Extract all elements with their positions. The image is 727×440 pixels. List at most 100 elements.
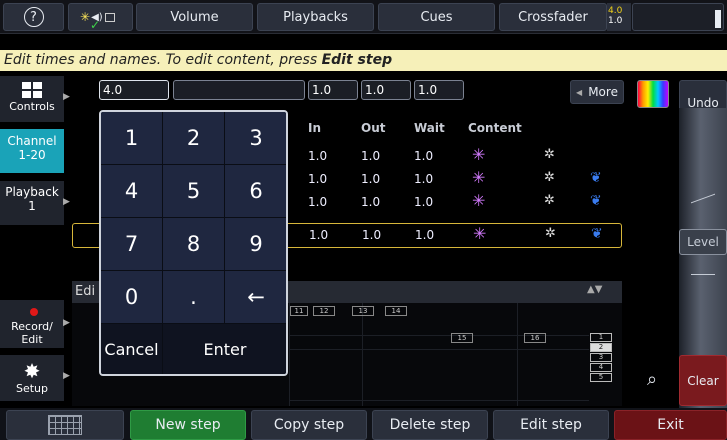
slot-16[interactable]: 16 (524, 333, 546, 343)
edit-label-partial: Edi (75, 284, 96, 299)
slot-14[interactable]: 14 (385, 306, 407, 316)
key-1[interactable]: 1 (101, 112, 163, 165)
key-9[interactable]: 9 (225, 218, 286, 271)
slot-15[interactable]: 15 (451, 333, 473, 343)
copy-step-button[interactable]: Copy step (251, 410, 367, 440)
row-wait: 1.0 (414, 195, 434, 209)
position-content-icon: ✲ (545, 226, 556, 241)
instruction-banner: Edit times and names. To edit content, p… (0, 50, 727, 71)
row-out: 1.0 (361, 195, 381, 209)
chevron-right-icon: ▶ (63, 197, 70, 207)
col-header-wait: Wait (414, 121, 445, 135)
row-wait: 1.0 (414, 149, 434, 163)
col-header-in: In (308, 121, 322, 135)
record-dot-icon (30, 308, 38, 316)
record-edit-button[interactable]: Record/ Edit ▶ (0, 300, 70, 348)
key-7[interactable]: 7 (101, 218, 163, 271)
channel-label: Channel (7, 134, 57, 148)
color-content-icon: ✳ (472, 168, 486, 187)
level-label: Level (679, 229, 727, 255)
key-2[interactable]: 2 (163, 112, 225, 165)
grid-icon (48, 415, 82, 435)
help-button[interactable]: ? (3, 3, 64, 31)
position-content-icon: ✲ (544, 170, 555, 185)
key-5[interactable]: 5 (163, 165, 225, 218)
playback-button[interactable]: Playback 1 ▶ (0, 181, 70, 225)
zoom-fit-icon[interactable]: ⌕ (638, 367, 666, 395)
row-in: 1.0 (309, 228, 329, 242)
crossfader-value-b: 1.0 (608, 16, 623, 26)
numeric-keypad: 1 2 3 4 5 6 7 8 9 0 . ← Cancel Enter (99, 110, 288, 376)
col-header-content: Content (468, 121, 522, 135)
channel-button[interactable]: Channel 1-20 (0, 129, 64, 173)
wait-time-field[interactable]: 1.0 (414, 80, 464, 100)
key-decimal[interactable]: . (163, 271, 225, 324)
slot-13[interactable]: 13 (352, 306, 374, 316)
exit-button[interactable]: Exit (614, 410, 727, 440)
key-4[interactable]: 4 (101, 165, 163, 218)
chevron-right-icon: ▶ (63, 92, 70, 102)
playbacks-button[interactable]: Playbacks (257, 3, 374, 31)
playback-label: Playback (5, 185, 59, 199)
position-content-icon: ✲ (544, 147, 555, 162)
row-out: 1.0 (361, 172, 381, 186)
playback-slot[interactable]: 1 (590, 333, 612, 342)
in-time-field[interactable]: 1.0 (308, 80, 358, 100)
row-out: 1.0 (361, 149, 381, 163)
keypad-cancel-button[interactable]: Cancel (101, 324, 163, 374)
scroll-indicator (715, 10, 721, 28)
gear-icon: ✸ (23, 359, 41, 383)
key-0[interactable]: 0 (101, 271, 163, 324)
key-6[interactable]: 6 (225, 165, 286, 218)
clear-button[interactable]: Clear (679, 355, 727, 406)
collapse-arrows-icon[interactable]: ▲▼ (587, 284, 602, 295)
row-in: 1.0 (308, 172, 328, 186)
gobo-content-icon: ❦ (591, 226, 603, 242)
status-indicators[interactable]: ✳ ◀) ✓ (68, 3, 133, 32)
chevron-right-icon: ▶ (63, 371, 70, 381)
key-3[interactable]: 3 (225, 112, 286, 165)
color-content-icon: ✳ (472, 145, 486, 164)
grid-icon (22, 82, 42, 98)
step-number-field[interactable]: 4.0 (99, 80, 169, 100)
edit-label: Edit (21, 333, 43, 346)
more-button[interactable]: ◀ More (570, 80, 624, 104)
fader-up-chevron (691, 193, 715, 215)
row-wait: 1.0 (415, 228, 435, 242)
playback-slot-list: 1 2 3 4 5 (590, 333, 612, 382)
slot-11[interactable]: 11 (290, 306, 308, 316)
row-in: 1.0 (308, 149, 328, 163)
playback-slot[interactable]: 5 (590, 373, 612, 382)
cues-button[interactable]: Cues (378, 3, 495, 31)
gobo-content-icon: ❦ (590, 193, 602, 209)
setup-label: Setup (15, 382, 49, 395)
key-backspace[interactable]: ← (225, 271, 286, 324)
crossfader-button[interactable]: Crossfader (499, 3, 607, 31)
image-icon (104, 12, 115, 22)
controls-label: Controls (9, 100, 55, 113)
playback-slot[interactable]: 4 (590, 363, 612, 372)
playback-slot[interactable]: 3 (590, 353, 612, 362)
record-label: Record/ (11, 320, 53, 333)
top-right-panel[interactable] (632, 3, 724, 31)
grid-view-button[interactable] (6, 410, 124, 440)
out-time-field[interactable]: 1.0 (361, 80, 411, 100)
delete-step-button[interactable]: Delete step (372, 410, 488, 440)
channel-range: 1-20 (18, 148, 46, 162)
row-out: 1.0 (362, 228, 382, 242)
setup-button[interactable]: ✸ Setup ▶ (0, 355, 70, 401)
key-8[interactable]: 8 (163, 218, 225, 271)
edit-step-button[interactable]: Edit step (493, 410, 609, 440)
volume-button[interactable]: Volume (136, 3, 253, 31)
crossfader-value-a: 4.0 (608, 6, 623, 16)
keypad-enter-button[interactable]: Enter (163, 324, 286, 374)
step-name-field[interactable] (173, 80, 305, 100)
playback-slot[interactable]: 2 (590, 343, 612, 352)
controls-button[interactable]: Controls ▶ (0, 76, 70, 122)
new-step-button[interactable]: New step (130, 410, 246, 440)
color-picker-button[interactable] (637, 80, 669, 108)
light-icon: ✳ (80, 10, 91, 24)
slot-12[interactable]: 12 (313, 306, 335, 316)
position-content-icon: ✲ (544, 193, 555, 208)
check-icon: ✓ (90, 18, 101, 32)
